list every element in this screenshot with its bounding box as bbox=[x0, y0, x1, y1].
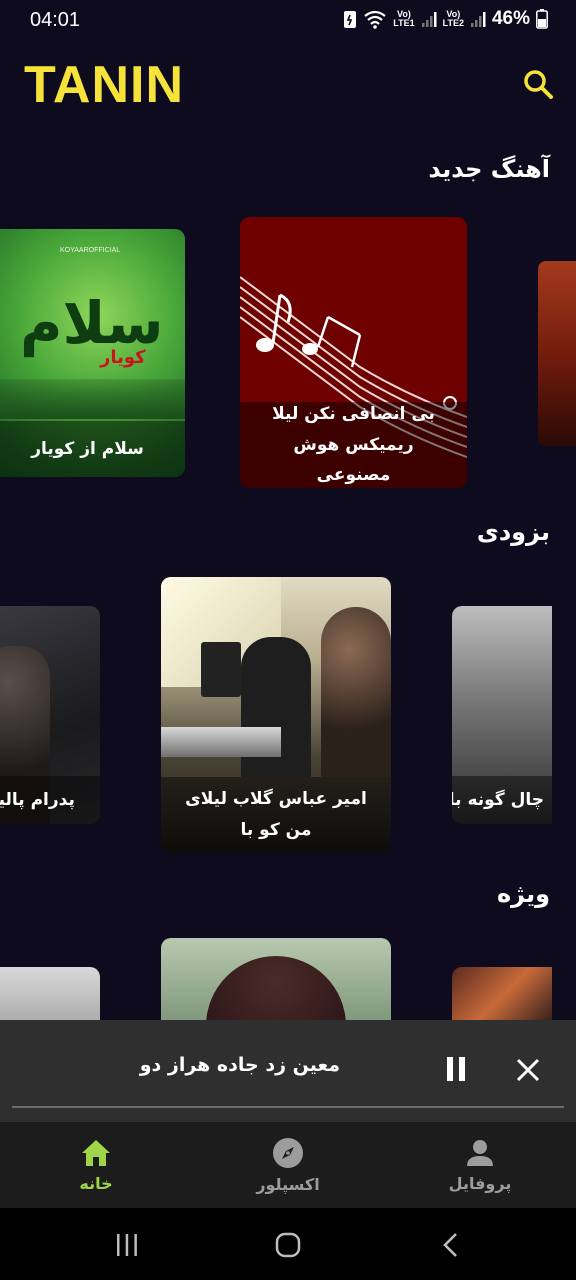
song-card[interactable] bbox=[0, 967, 100, 1027]
lte1-label: LTE1 bbox=[393, 18, 415, 28]
bottom-nav: خانه اکسپلور پروفایل bbox=[0, 1122, 576, 1208]
artwork-handle: KOYAAROFFICIAL bbox=[60, 247, 121, 254]
home-button-icon[interactable] bbox=[274, 1231, 302, 1259]
section-title-special: ویژه bbox=[496, 880, 550, 908]
status-bar: 04:01 Vo) LTE1 Vo) LTE2 46% bbox=[0, 0, 576, 40]
card-artwork bbox=[452, 967, 552, 1027]
card-title: چال گونه با bbox=[452, 776, 552, 824]
signal-1-icon bbox=[421, 12, 437, 27]
now-playing-title: معین زد جاده هراز دو bbox=[139, 1054, 340, 1076]
card-artwork bbox=[0, 967, 100, 1027]
system-nav-bar bbox=[0, 1208, 576, 1280]
progress-track[interactable] bbox=[12, 1106, 564, 1108]
studio-keyboard bbox=[161, 727, 281, 757]
artwork-subtitle: کویار bbox=[100, 347, 146, 368]
lte2-indicator: Vo) LTE2 bbox=[443, 10, 464, 28]
card-title: بی انصافی نکن لیلا ریمیکس هوش مصنوعی bbox=[240, 402, 467, 488]
card-title: پدرام پالیز bbox=[0, 776, 100, 824]
app-header: TANIN bbox=[0, 50, 576, 120]
beanie-shape bbox=[206, 956, 346, 1028]
section-title-new: آهنگ جدید bbox=[428, 155, 550, 183]
song-card[interactable] bbox=[161, 938, 391, 1028]
song-card[interactable]: پدرام پالیز bbox=[0, 606, 100, 824]
battery-saver-icon bbox=[344, 11, 357, 28]
nav-item-profile[interactable]: پروفایل bbox=[384, 1122, 576, 1208]
song-card[interactable] bbox=[452, 967, 552, 1027]
nav-label-explore: اکسپلور bbox=[256, 1174, 320, 1194]
lte2-label: LTE2 bbox=[442, 18, 464, 28]
recent-apps-icon[interactable] bbox=[114, 1232, 140, 1258]
card-title: سلام از کویار bbox=[0, 421, 185, 477]
battery-icon bbox=[536, 9, 548, 29]
person-icon bbox=[467, 1139, 493, 1166]
mini-player[interactable]: معین زد جاده هراز دو bbox=[0, 1020, 576, 1122]
song-card[interactable]: بی انصافی نکن لیلا ریمیکس هوش مصنوعی bbox=[240, 217, 467, 488]
studio-monitor bbox=[201, 642, 241, 697]
song-card[interactable]: امیر عباس گلاب لیلای من کو با bbox=[161, 577, 391, 853]
card-artwork bbox=[161, 938, 391, 1028]
status-icons: Vo) LTE1 Vo) LTE2 46% bbox=[343, 8, 548, 30]
nav-label-profile: پروفایل bbox=[448, 1173, 512, 1193]
card-title: امیر عباس گلاب لیلای من کو با bbox=[161, 777, 391, 853]
status-time: 04:01 bbox=[30, 8, 81, 31]
signal-2-icon bbox=[470, 12, 486, 27]
artwork-skyline bbox=[0, 379, 185, 419]
nav-item-explore[interactable]: اکسپلور bbox=[192, 1122, 384, 1208]
nav-label-home: خانه bbox=[79, 1173, 113, 1193]
close-icon[interactable] bbox=[514, 1056, 542, 1084]
lte1-indicator: Vo) LTE1 bbox=[393, 10, 414, 28]
compass-icon bbox=[273, 1137, 303, 1168]
wifi-icon bbox=[364, 10, 386, 29]
app-logo: TANIN bbox=[24, 56, 185, 114]
back-icon[interactable] bbox=[440, 1231, 462, 1259]
pause-icon[interactable] bbox=[442, 1054, 470, 1084]
search-icon[interactable] bbox=[522, 68, 554, 100]
song-card[interactable] bbox=[538, 261, 576, 446]
studio-figure-right bbox=[321, 607, 391, 777]
card-artwork bbox=[538, 261, 576, 446]
song-card[interactable]: چال گونه با bbox=[452, 606, 552, 824]
home-icon bbox=[82, 1139, 110, 1166]
nav-item-home[interactable]: خانه bbox=[0, 1122, 192, 1208]
battery-percent: 46% bbox=[491, 8, 530, 29]
song-card[interactable]: KOYAAROFFICIAL سلام کویار سلام از کویار bbox=[0, 229, 185, 477]
section-title-coming-soon: بزودی bbox=[476, 518, 550, 546]
